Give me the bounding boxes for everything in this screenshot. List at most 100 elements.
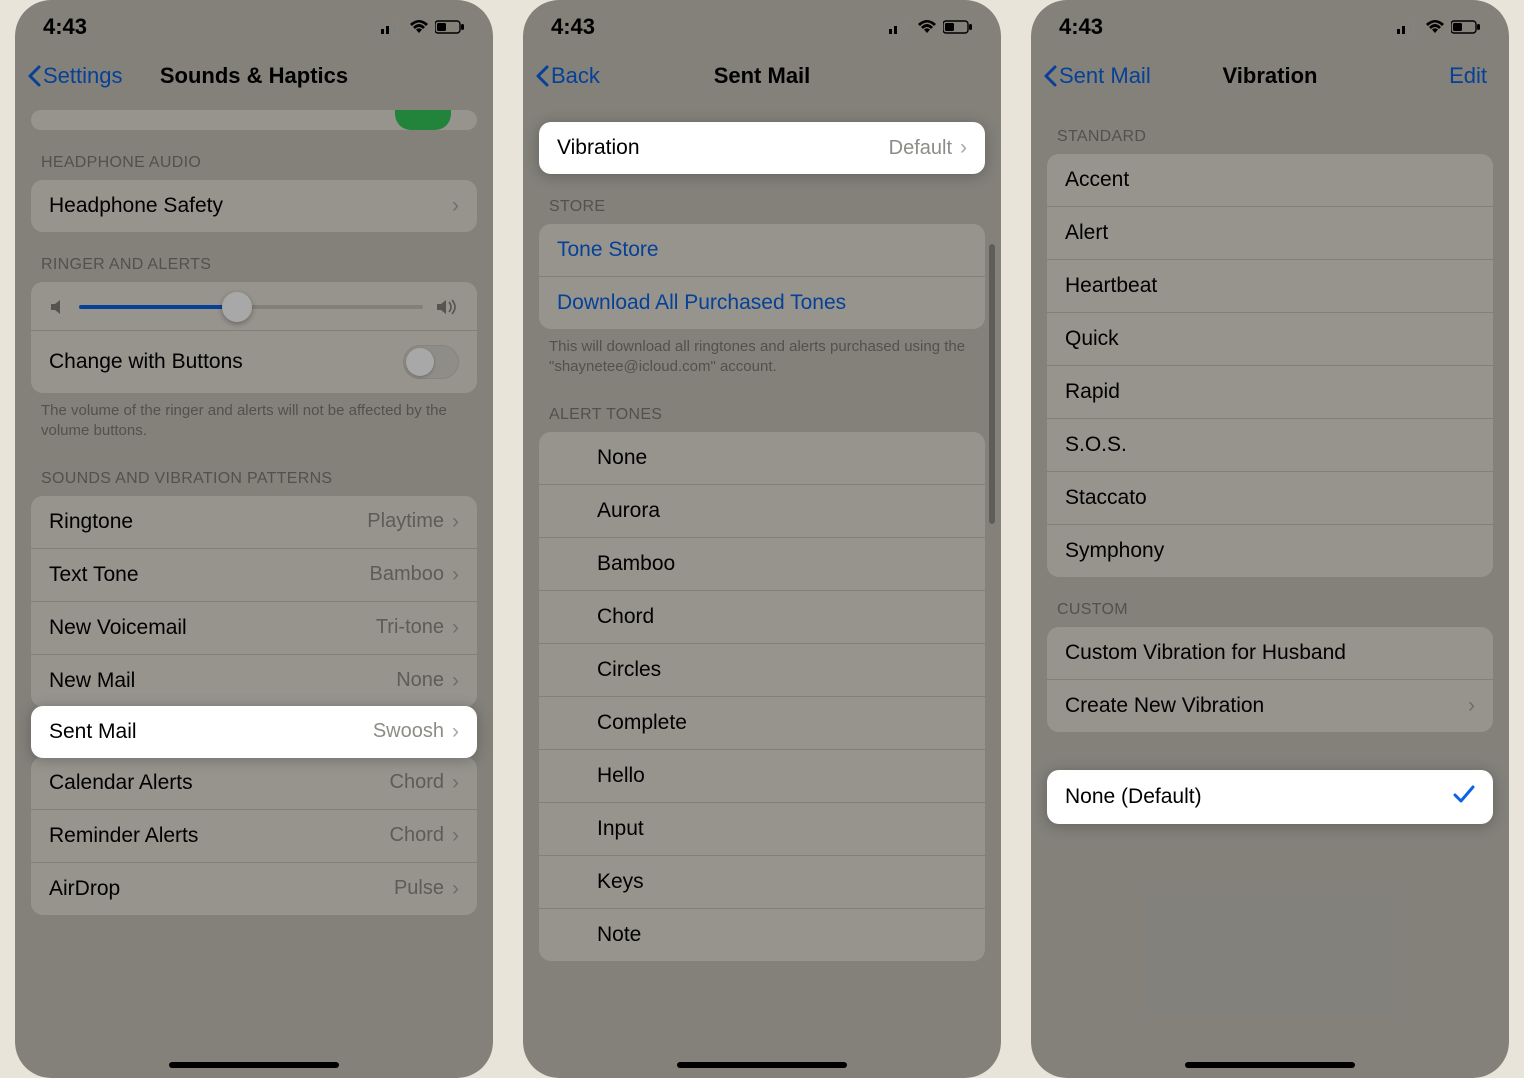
row-sent-mail[interactable]: Sent MailSwoosh› <box>31 706 477 758</box>
row-custom-husband[interactable]: Custom Vibration for Husband <box>1047 627 1493 680</box>
nav-bar: Settings Sounds & Haptics <box>15 48 493 104</box>
toggle-peek <box>395 110 451 130</box>
group-standard: Accent Alert Heartbeat Quick Rapid S.O.S… <box>1047 154 1493 577</box>
row-change-buttons[interactable]: Change with Buttons <box>31 331 477 393</box>
row-tone-hello[interactable]: Hello <box>539 750 985 803</box>
row-ringtone[interactable]: RingtonePlaytime› <box>31 496 477 549</box>
section-standard: STANDARD <box>1031 104 1509 154</box>
slider-fill <box>79 305 237 309</box>
section-custom: CUSTOM <box>1031 577 1509 627</box>
home-indicator[interactable] <box>1185 1062 1355 1068</box>
row-new-voicemail[interactable]: New VoicemailTri-tone› <box>31 602 477 655</box>
status-icons <box>889 20 973 34</box>
checkmark-icon <box>1453 784 1475 810</box>
back-button[interactable]: Settings <box>27 63 123 89</box>
status-bar: 4:43 <box>1031 0 1509 48</box>
chevron-left-icon <box>535 65 549 87</box>
signal-icon <box>889 20 911 34</box>
row-heartbeat[interactable]: Heartbeat <box>1047 260 1493 313</box>
row-rapid[interactable]: Rapid <box>1047 366 1493 419</box>
row-tone-bamboo[interactable]: Bamboo <box>539 538 985 591</box>
signal-icon <box>1397 20 1419 34</box>
group-patterns: RingtonePlaytime› Text ToneBamboo› New V… <box>31 496 477 707</box>
ringer-note: The volume of the ringer and alerts will… <box>15 393 493 446</box>
row-symphony[interactable]: Symphony <box>1047 525 1493 577</box>
chevron-right-icon: › <box>960 136 967 160</box>
row-alert[interactable]: Alert <box>1047 207 1493 260</box>
back-button[interactable]: Back <box>535 63 600 89</box>
section-alert-tones: ALERT TONES <box>523 382 1001 432</box>
volume-slider-row[interactable] <box>31 282 477 331</box>
battery-icon <box>943 20 973 34</box>
row-airdrop[interactable]: AirDropPulse› <box>31 863 477 915</box>
row-tone-chord[interactable]: Chord <box>539 591 985 644</box>
content: STANDARD Accent Alert Heartbeat Quick Ra… <box>1031 104 1509 1078</box>
back-label: Settings <box>43 63 123 89</box>
wifi-icon <box>409 20 429 34</box>
group-patterns-cont: Calendar AlertsChord› Reminder AlertsCho… <box>31 757 477 915</box>
home-indicator[interactable] <box>677 1062 847 1068</box>
row-download-all[interactable]: Download All Purchased Tones <box>539 277 985 329</box>
row-create-new-vibration[interactable]: Create New Vibration› <box>1047 680 1493 732</box>
edit-button[interactable]: Edit <box>1449 63 1487 89</box>
status-time: 4:43 <box>551 14 595 40</box>
row-text-tone[interactable]: Text ToneBamboo› <box>31 549 477 602</box>
row-sos[interactable]: S.O.S. <box>1047 419 1493 472</box>
status-icons <box>381 20 465 34</box>
row-tone-note[interactable]: Note <box>539 909 985 961</box>
phone-sounds-haptics: 4:43 Settings Sounds & Haptics HEADPHONE… <box>15 0 493 1078</box>
section-store: STORE <box>523 174 1001 224</box>
row-tone-store[interactable]: Tone Store <box>539 224 985 277</box>
row-tone-input[interactable]: Input <box>539 803 985 856</box>
download-note: This will download all ringtones and ale… <box>523 329 1001 382</box>
battery-icon <box>435 20 465 34</box>
section-sounds-patterns: SOUNDS AND VIBRATION PATTERNS <box>15 446 493 496</box>
status-time: 4:43 <box>1059 14 1103 40</box>
volume-low-icon <box>49 298 67 316</box>
row-tone-none[interactable]: None <box>539 432 985 485</box>
group-headphone: Headphone Safety › <box>31 180 477 232</box>
section-headphone-audio: HEADPHONE AUDIO <box>15 130 493 180</box>
chevron-right-icon: › <box>452 720 459 744</box>
back-button[interactable]: Sent Mail <box>1043 63 1151 89</box>
nav-bar: Sent Mail Vibration Edit <box>1031 48 1509 104</box>
page-title: Vibration <box>1223 63 1318 89</box>
section-ringer-alerts: RINGER AND ALERTS <box>15 232 493 282</box>
chevron-right-icon: › <box>452 669 459 693</box>
row-quick[interactable]: Quick <box>1047 313 1493 366</box>
row-tone-circles[interactable]: Circles <box>539 644 985 697</box>
row-accent[interactable]: Accent <box>1047 154 1493 207</box>
toggle-change-buttons[interactable] <box>403 345 459 379</box>
row-calendar-alerts[interactable]: Calendar AlertsChord› <box>31 757 477 810</box>
chevron-right-icon: › <box>452 194 459 218</box>
signal-icon <box>381 20 403 34</box>
battery-icon <box>1451 20 1481 34</box>
chevron-right-icon: › <box>452 771 459 795</box>
row-headphone-safety[interactable]: Headphone Safety › <box>31 180 477 232</box>
chevron-right-icon: › <box>452 563 459 587</box>
content: HEADPHONE AUDIO Headphone Safety › RINGE… <box>15 104 493 1078</box>
status-bar: 4:43 <box>523 0 1001 48</box>
chevron-right-icon: › <box>452 616 459 640</box>
back-label: Back <box>551 63 600 89</box>
row-tone-complete[interactable]: Complete <box>539 697 985 750</box>
row-new-mail[interactable]: New MailNone› <box>31 655 477 707</box>
wifi-icon <box>1425 20 1445 34</box>
content: Vibration Default › STORE Tone Store Dow… <box>523 104 1001 1078</box>
row-tone-aurora[interactable]: Aurora <box>539 485 985 538</box>
group-store: Tone Store Download All Purchased Tones <box>539 224 985 329</box>
row-tone-keys[interactable]: Keys <box>539 856 985 909</box>
slider-thumb[interactable] <box>222 292 252 322</box>
group-custom: Custom Vibration for Husband Create New … <box>1047 627 1493 732</box>
highlight-sent-mail: Sent MailSwoosh› <box>31 706 477 758</box>
chevron-left-icon <box>1043 65 1057 87</box>
row-none-default[interactable]: None (Default) <box>1047 770 1493 824</box>
row-vibration[interactable]: Vibration Default › <box>539 122 985 174</box>
phone-vibration: 4:43 Sent Mail Vibration Edit STANDARD A… <box>1031 0 1509 1078</box>
home-indicator[interactable] <box>169 1062 339 1068</box>
page-title: Sounds & Haptics <box>160 63 348 89</box>
slider-track[interactable] <box>79 305 423 309</box>
row-staccato[interactable]: Staccato <box>1047 472 1493 525</box>
chevron-left-icon <box>27 65 41 87</box>
row-reminder-alerts[interactable]: Reminder AlertsChord› <box>31 810 477 863</box>
